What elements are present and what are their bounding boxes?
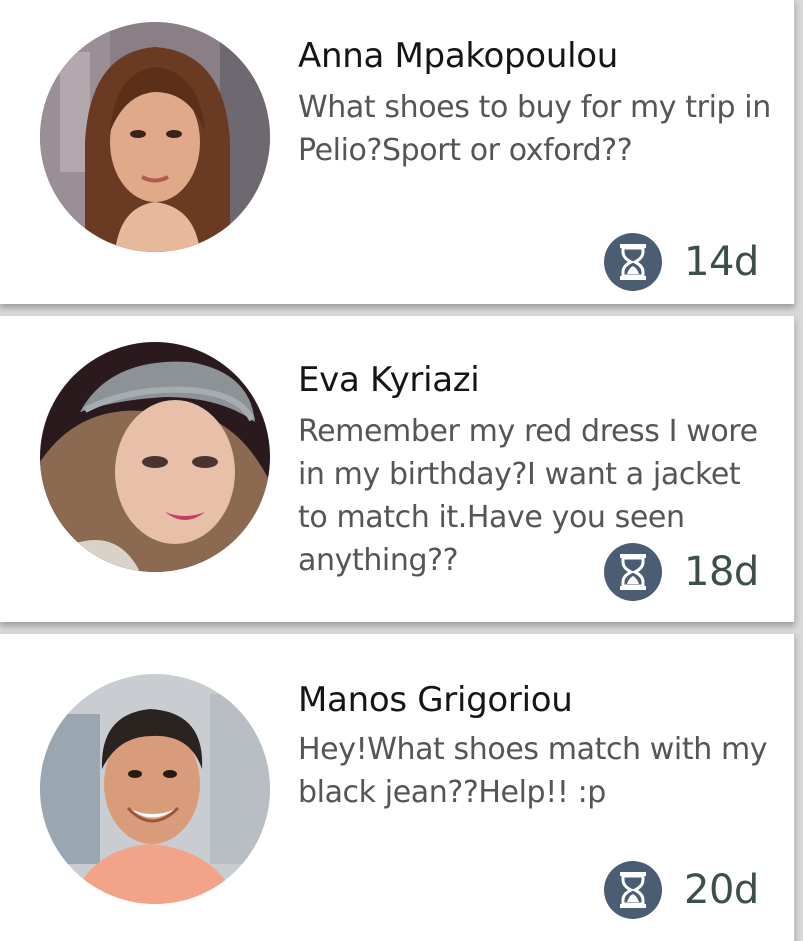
request-card[interactable]: Eva Kyriazi Remember my red dress I wore… [0,316,795,622]
age-label: 14d [684,239,759,285]
request-age: 14d [604,232,759,292]
request-card[interactable]: Manos Grigoriou Hey!What shoes match wit… [0,634,795,941]
hourglass-icon [604,861,662,919]
avatar-photo [40,342,270,572]
hourglass-icon [604,233,662,291]
age-label: 20d [684,867,759,913]
request-age: 20d [604,860,759,920]
sender-name: Anna Mpakopoulou [298,36,618,76]
avatar[interactable] [40,22,270,252]
request-card[interactable]: Anna Mpakopoulou What shoes to buy for m… [0,0,795,304]
avatar[interactable] [40,674,270,904]
message-text: Hey!What shoes match with my black jean?… [298,732,768,810]
avatar-photo [40,22,270,252]
sender-name: Manos Grigoriou [298,680,573,720]
request-age: 18d [604,542,759,602]
hourglass-icon [604,543,662,601]
age-label: 18d [684,549,759,595]
sender-name: Eva Kyriazi [298,360,480,400]
request-feed: Anna Mpakopoulou What shoes to buy for m… [0,0,803,941]
message-text: What shoes to buy for my trip in Pelio?S… [298,90,771,168]
avatar[interactable] [40,342,270,572]
avatar-photo [40,674,270,904]
